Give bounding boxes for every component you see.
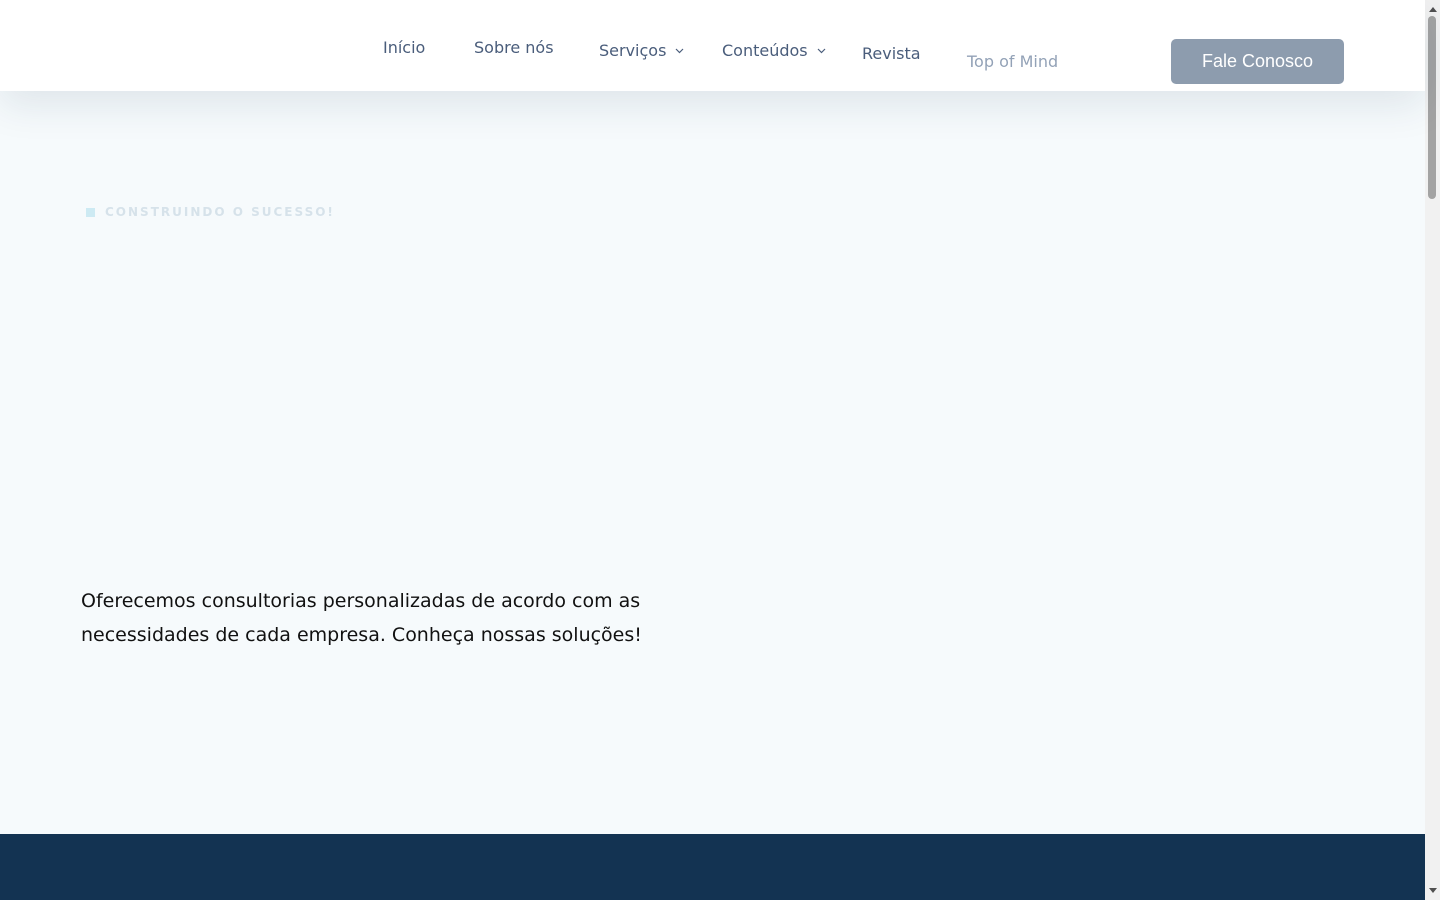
- square-bullet-icon: [86, 207, 95, 217]
- arrow-up-icon[interactable]: [1425, 2, 1440, 17]
- hero-eyebrow: CONSTRUINDO O SUCESSO!: [86, 205, 335, 219]
- hero-eyebrow-label: CONSTRUINDO O SUCESSO!: [105, 205, 335, 219]
- page-scrollbar[interactable]: [1425, 0, 1440, 900]
- nav-item-conteudos[interactable]: Conteúdos: [722, 41, 826, 60]
- chevron-down-icon: [817, 48, 826, 54]
- nav-item-label: Início: [383, 38, 426, 57]
- nav-item-label: Revista: [862, 44, 921, 63]
- nav-item-top-of-mind[interactable]: Top of Mind: [967, 52, 1058, 71]
- nav-item-label: Top of Mind: [967, 52, 1059, 71]
- arrow-down-icon[interactable]: [1425, 883, 1440, 898]
- nav-item-servicos[interactable]: Serviços: [599, 41, 684, 60]
- scrollbar-thumb[interactable]: [1428, 16, 1436, 199]
- nav-item-sobre-nos[interactable]: Sobre nós: [474, 38, 554, 57]
- site-header: Início Sobre nós Serviços Conteúdos Revi…: [0, 0, 1425, 91]
- dark-section-band: [0, 834, 1425, 900]
- hero-section: CONSTRUINDO O SUCESSO! Oferecemos consul…: [0, 91, 1425, 834]
- nav-item-inicio[interactable]: Início: [383, 38, 425, 57]
- logo[interactable]: [80, 15, 280, 75]
- chevron-down-icon: [675, 48, 684, 54]
- nav-item-label: Sobre nós: [474, 38, 554, 57]
- nav-item-label: Serviços: [599, 41, 667, 60]
- page: Início Sobre nós Serviços Conteúdos Revi…: [0, 0, 1440, 900]
- nav-item-label: Conteúdos: [722, 41, 808, 60]
- contact-button[interactable]: Fale Conosco: [1171, 39, 1344, 84]
- hero-description: Oferecemos consultorias personalizadas d…: [81, 590, 642, 646]
- nav-item-revista[interactable]: Revista: [862, 44, 921, 63]
